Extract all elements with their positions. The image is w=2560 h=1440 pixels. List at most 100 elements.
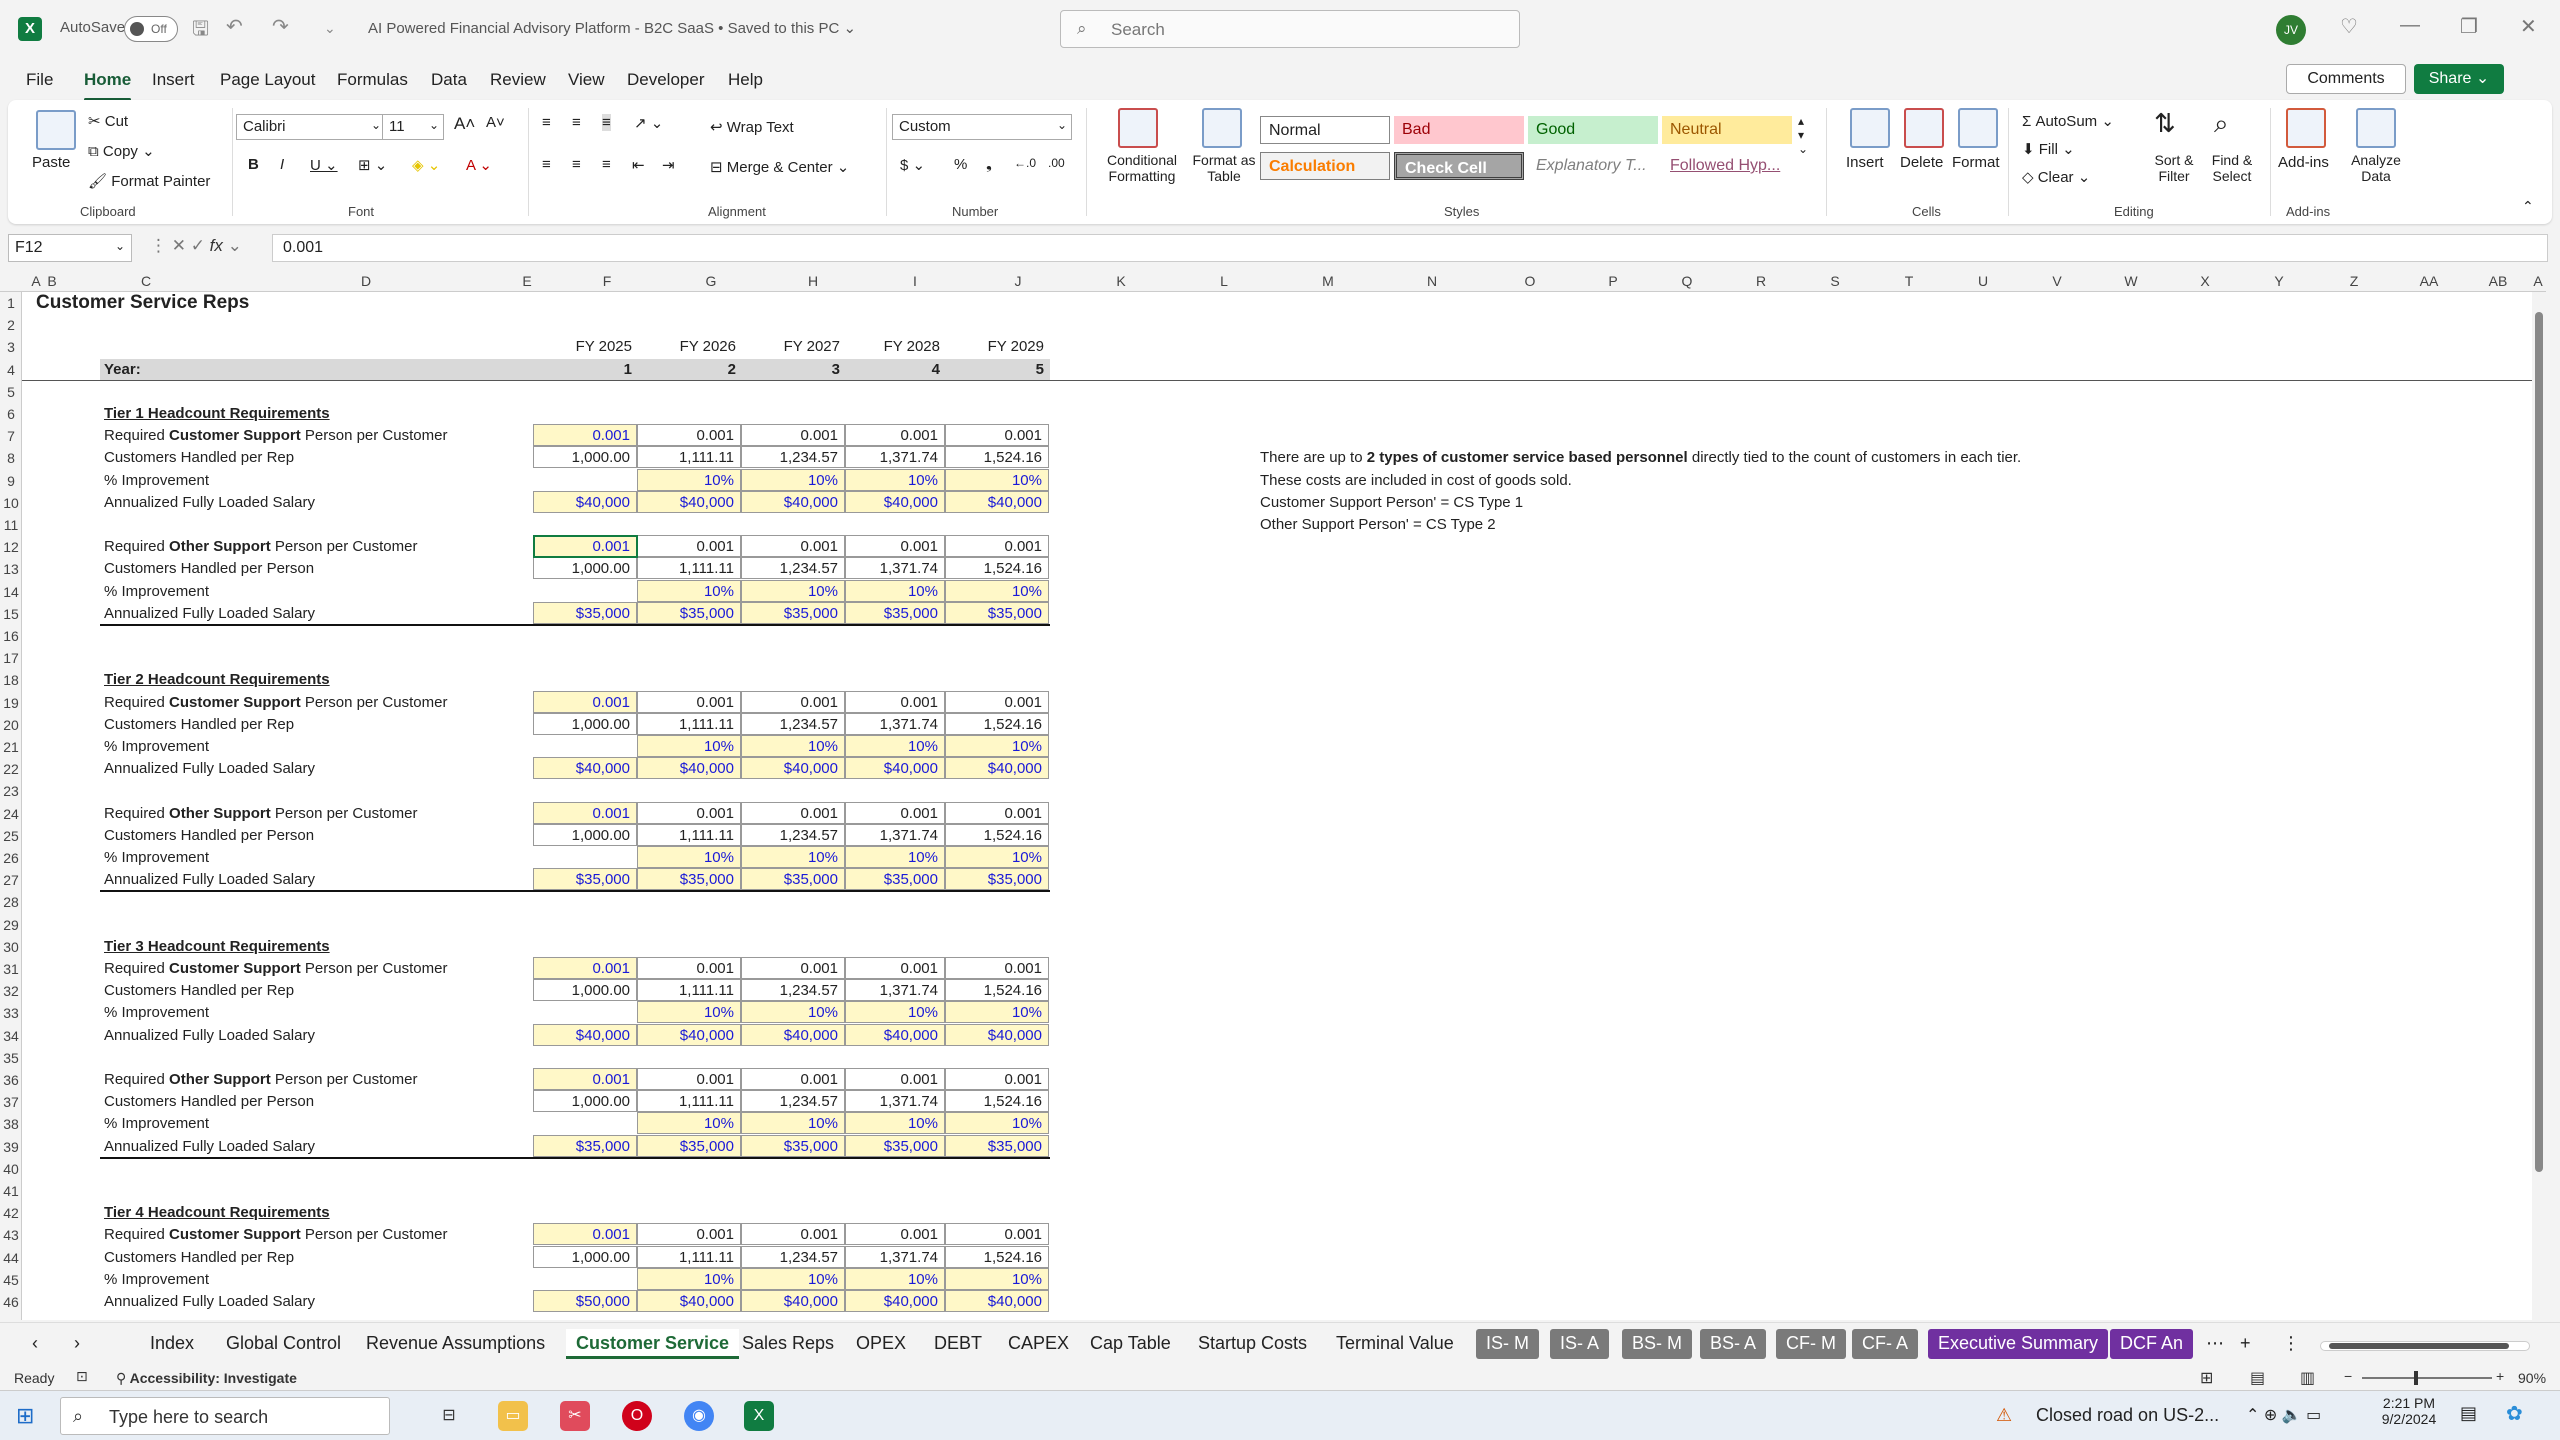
- row-header[interactable]: 6: [0, 403, 22, 425]
- scroll-tabs-left-icon[interactable]: ‹: [22, 1329, 48, 1359]
- value-cell[interactable]: 0.001: [637, 957, 741, 979]
- fy-header[interactable]: FY 2029: [946, 336, 1044, 358]
- value-cell[interactable]: 0.001: [845, 801, 945, 824]
- value-cell[interactable]: 0.001: [533, 424, 637, 447]
- note-line[interactable]: Other Support Person' = CS Type 2: [1260, 514, 1496, 536]
- value-cell[interactable]: 0.001: [741, 957, 845, 979]
- row-header[interactable]: 3: [0, 336, 22, 358]
- column-header[interactable]: W: [2094, 273, 2168, 289]
- borders-icon[interactable]: ⊞ ⌄: [358, 156, 387, 174]
- format-as-table-icon[interactable]: [1202, 108, 1242, 148]
- row-label[interactable]: Annualized Fully Loaded Salary: [104, 492, 315, 514]
- row-header[interactable]: 15: [0, 603, 22, 625]
- wrap-text-button[interactable]: ↩ Wrap Text: [710, 118, 794, 136]
- row-header[interactable]: 43: [0, 1224, 22, 1246]
- sheet-tab[interactable]: OPEX: [846, 1329, 916, 1359]
- shrink-font-icon[interactable]: A˅: [486, 114, 505, 131]
- row-header[interactable]: 34: [0, 1025, 22, 1047]
- font-name-select[interactable]: Calibri ⌄: [236, 114, 386, 140]
- column-header[interactable]: N: [1380, 273, 1484, 289]
- align-right-icon[interactable]: ≡: [602, 156, 611, 173]
- fy-header[interactable]: FY 2026: [638, 336, 736, 358]
- sheet-tab[interactable]: IS- M: [1476, 1329, 1539, 1359]
- formula-icons[interactable]: ⋮ ✕ ✓ fx ⌄: [150, 236, 242, 256]
- value-cell[interactable]: 10%: [741, 1001, 845, 1024]
- value-cell[interactable]: 0.001: [945, 1068, 1049, 1090]
- accessibility-status[interactable]: ⚲ Accessibility: Investigate: [116, 1370, 297, 1387]
- value-cell[interactable]: 0.001: [945, 690, 1049, 713]
- row-header[interactable]: 30: [0, 936, 22, 958]
- value-cell[interactable]: 0.001: [637, 424, 741, 447]
- macro-record-icon[interactable]: ⊡: [76, 1368, 88, 1385]
- autosum-button[interactable]: Σ AutoSum ⌄: [2022, 112, 2114, 130]
- row-header[interactable]: 21: [0, 736, 22, 758]
- column-header[interactable]: D: [232, 273, 500, 289]
- row-header[interactable]: 16: [0, 625, 22, 647]
- value-cell[interactable]: 1,524.16: [945, 1090, 1049, 1113]
- analyze-data-icon[interactable]: [2356, 108, 2396, 148]
- row-header[interactable]: 11: [0, 514, 22, 536]
- value-cell[interactable]: 10%: [845, 1112, 945, 1135]
- row-header[interactable]: 4: [0, 359, 22, 381]
- row-label[interactable]: Annualized Fully Loaded Salary: [104, 1291, 315, 1313]
- traffic-icon[interactable]: ⚠: [1996, 1405, 2012, 1426]
- sheet-tab[interactable]: CAPEX: [998, 1329, 1079, 1359]
- autosave-toggle[interactable]: Off: [124, 16, 178, 42]
- increase-indent-icon[interactable]: ⇥: [662, 156, 675, 174]
- value-cell[interactable]: 1,234.57: [741, 712, 845, 735]
- value-cell[interactable]: $35,000: [945, 1134, 1049, 1157]
- value-cell[interactable]: 0.001: [741, 801, 845, 824]
- value-cell[interactable]: 1,111.11: [637, 823, 741, 846]
- comments-button[interactable]: Comments: [2286, 64, 2406, 94]
- year-number[interactable]: 2: [638, 359, 736, 381]
- tier-title[interactable]: Tier 2 Headcount Requirements: [104, 669, 330, 691]
- tab-review[interactable]: Review: [490, 70, 546, 90]
- row-label[interactable]: % Improvement: [104, 847, 209, 869]
- paste-button[interactable]: Paste: [32, 154, 70, 171]
- row-header[interactable]: 23: [0, 780, 22, 802]
- value-cell[interactable]: 0.001: [637, 1223, 741, 1246]
- column-header[interactable]: A: [28, 273, 44, 289]
- value-cell[interactable]: 1,234.57: [741, 979, 845, 1002]
- row-header[interactable]: 27: [0, 869, 22, 891]
- merge-center-button[interactable]: ⊟ Merge & Center ⌄: [710, 158, 849, 176]
- sheet-tab[interactable]: Cap Table: [1080, 1329, 1181, 1359]
- value-cell[interactable]: $35,000: [637, 601, 741, 624]
- value-cell[interactable]: $35,000: [741, 868, 845, 891]
- value-cell[interactable]: $35,000: [533, 868, 637, 891]
- sheet-tab[interactable]: Index: [140, 1329, 204, 1359]
- sheet-tab[interactable]: Executive Summary: [1928, 1329, 2109, 1359]
- column-header[interactable]: E: [500, 273, 554, 289]
- insert-cells-button[interactable]: Insert: [1846, 154, 1884, 171]
- value-cell[interactable]: 0.001: [741, 424, 845, 447]
- sheet-tab[interactable]: BS- A: [1700, 1329, 1767, 1359]
- style-normal[interactable]: Normal: [1260, 116, 1390, 144]
- conditional-formatting-icon[interactable]: [1118, 108, 1158, 148]
- value-cell[interactable]: 0.001: [845, 1223, 945, 1246]
- align-center-icon[interactable]: ≡: [572, 156, 581, 173]
- value-cell[interactable]: 10%: [845, 735, 945, 757]
- conditional-formatting-button[interactable]: Conditional Formatting: [1092, 152, 1192, 184]
- align-left-icon[interactable]: ≡: [542, 156, 551, 173]
- value-cell[interactable]: $40,000: [533, 1023, 637, 1046]
- value-cell[interactable]: $35,000: [845, 1134, 945, 1157]
- column-header[interactable]: P: [1576, 273, 1650, 289]
- windows-start-icon[interactable]: ⊞: [16, 1403, 34, 1429]
- year-number[interactable]: 3: [742, 359, 840, 381]
- value-cell[interactable]: 0.001: [945, 535, 1049, 558]
- column-header[interactable]: Z: [2316, 273, 2392, 289]
- sheet-tab[interactable]: Customer Service: [566, 1329, 740, 1359]
- row-label[interactable]: % Improvement: [104, 581, 209, 603]
- value-cell[interactable]: $40,000: [637, 757, 741, 780]
- value-cell[interactable]: 1,371.74: [845, 979, 945, 1002]
- column-header[interactable]: Y: [2242, 273, 2316, 289]
- value-cell[interactable]: 1,000.00: [533, 979, 637, 1002]
- value-cell[interactable]: 10%: [945, 846, 1049, 868]
- zoom-level[interactable]: 90%: [2518, 1370, 2546, 1386]
- row-header[interactable]: 42: [0, 1202, 22, 1224]
- row-header[interactable]: 33: [0, 1002, 22, 1024]
- format-painter-button[interactable]: 🖌 Format Painter: [88, 172, 210, 190]
- find-select-button[interactable]: Find & Select: [2200, 152, 2264, 184]
- value-cell[interactable]: 0.001: [533, 1068, 637, 1090]
- notifications-icon[interactable]: ▤: [2460, 1403, 2477, 1424]
